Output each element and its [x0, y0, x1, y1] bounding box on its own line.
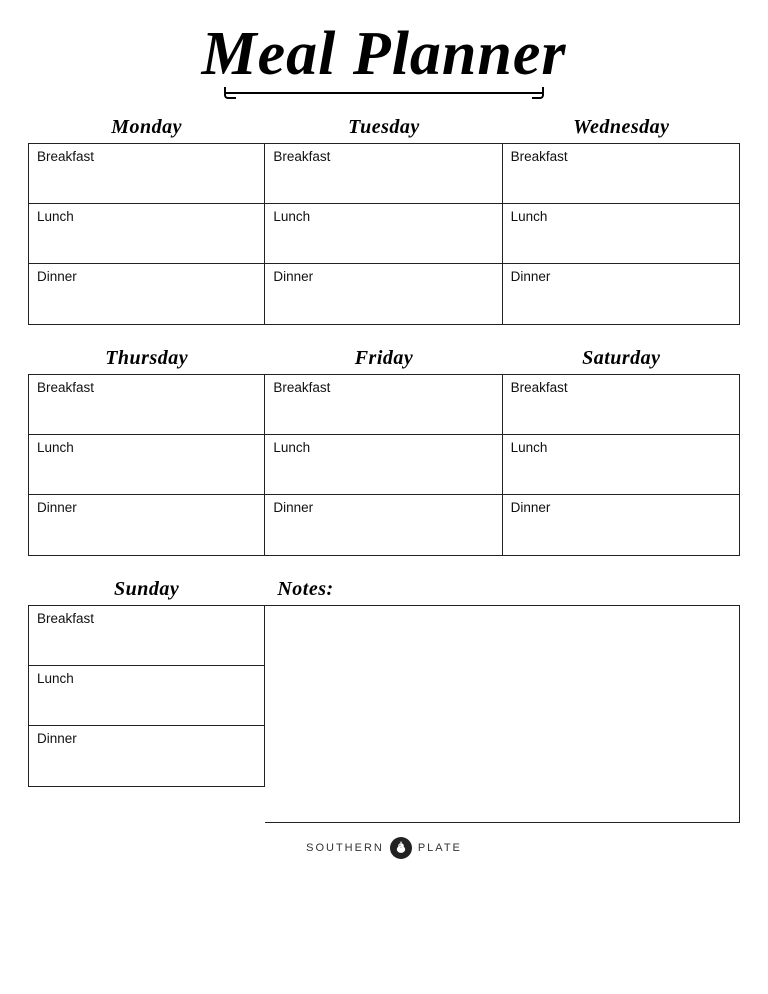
sunday-breakfast[interactable]: Breakfast [29, 606, 264, 666]
monday-dinner[interactable]: Dinner [29, 264, 264, 324]
monday-breakfast[interactable]: Breakfast [29, 144, 264, 204]
thursday-header: Thursday [28, 343, 265, 374]
thursday-breakfast[interactable]: Breakfast [29, 375, 264, 435]
notes-header: Notes: [265, 574, 740, 605]
sunday-header: Sunday [28, 574, 265, 605]
notes-box[interactable] [265, 605, 740, 823]
tuesday-col: Tuesday Breakfast Lunch Dinner [265, 112, 502, 325]
sunday-lunch[interactable]: Lunch [29, 666, 264, 726]
thursday-lunch[interactable]: Lunch [29, 435, 264, 495]
footer: SOUTHERN PLATE [28, 837, 740, 859]
wednesday-box: Breakfast Lunch Dinner [503, 143, 740, 325]
title-underline [224, 92, 544, 94]
thursday-col: Thursday Breakfast Lunch Dinner [28, 343, 265, 556]
tuesday-box: Breakfast Lunch Dinner [265, 143, 502, 325]
thursday-box: Breakfast Lunch Dinner [28, 374, 265, 556]
sunday-dinner[interactable]: Dinner [29, 726, 264, 786]
wednesday-header: Wednesday [503, 112, 740, 143]
meal-planner-page: Meal Planner Monday Breakfast Lunch Dinn… [0, 0, 768, 994]
saturday-dinner[interactable]: Dinner [503, 495, 739, 555]
thursday-dinner[interactable]: Dinner [29, 495, 264, 555]
friday-col: Friday Breakfast Lunch Dinner [265, 343, 502, 556]
saturday-lunch[interactable]: Lunch [503, 435, 739, 495]
tuesday-lunch[interactable]: Lunch [265, 204, 501, 264]
friday-header: Friday [265, 343, 502, 374]
friday-breakfast[interactable]: Breakfast [265, 375, 501, 435]
friday-dinner[interactable]: Dinner [265, 495, 501, 555]
wednesday-dinner[interactable]: Dinner [503, 264, 739, 324]
saturday-box: Breakfast Lunch Dinner [503, 374, 740, 556]
sunday-box: Breakfast Lunch Dinner [28, 605, 265, 787]
sunday-col: Sunday Breakfast Lunch Dinner [28, 574, 265, 823]
monday-col: Monday Breakfast Lunch Dinner [28, 112, 265, 325]
saturday-col: Saturday Breakfast Lunch Dinner [503, 343, 740, 556]
friday-lunch[interactable]: Lunch [265, 435, 501, 495]
wednesday-lunch[interactable]: Lunch [503, 204, 739, 264]
saturday-header: Saturday [503, 343, 740, 374]
monday-box: Breakfast Lunch Dinner [28, 143, 265, 325]
brand-logo [390, 837, 412, 859]
footer-brand2: PLATE [418, 842, 462, 854]
tuesday-header: Tuesday [265, 112, 502, 143]
tuesday-dinner[interactable]: Dinner [265, 264, 501, 324]
footer-brand: SOUTHERN [306, 842, 384, 854]
wednesday-col: Wednesday Breakfast Lunch Dinner [503, 112, 740, 325]
notes-col: Notes: [265, 574, 740, 823]
week-row-2: Thursday Breakfast Lunch Dinner Friday B… [28, 343, 740, 556]
page-title: Meal Planner [28, 20, 740, 88]
saturday-breakfast[interactable]: Breakfast [503, 375, 739, 435]
week-row-1: Monday Breakfast Lunch Dinner Tuesday Br… [28, 112, 740, 325]
tuesday-breakfast[interactable]: Breakfast [265, 144, 501, 204]
monday-lunch[interactable]: Lunch [29, 204, 264, 264]
chicken-icon [394, 841, 408, 855]
friday-box: Breakfast Lunch Dinner [265, 374, 502, 556]
bottom-section: Sunday Breakfast Lunch Dinner Notes: [28, 574, 740, 823]
monday-header: Monday [28, 112, 265, 143]
wednesday-breakfast[interactable]: Breakfast [503, 144, 739, 204]
